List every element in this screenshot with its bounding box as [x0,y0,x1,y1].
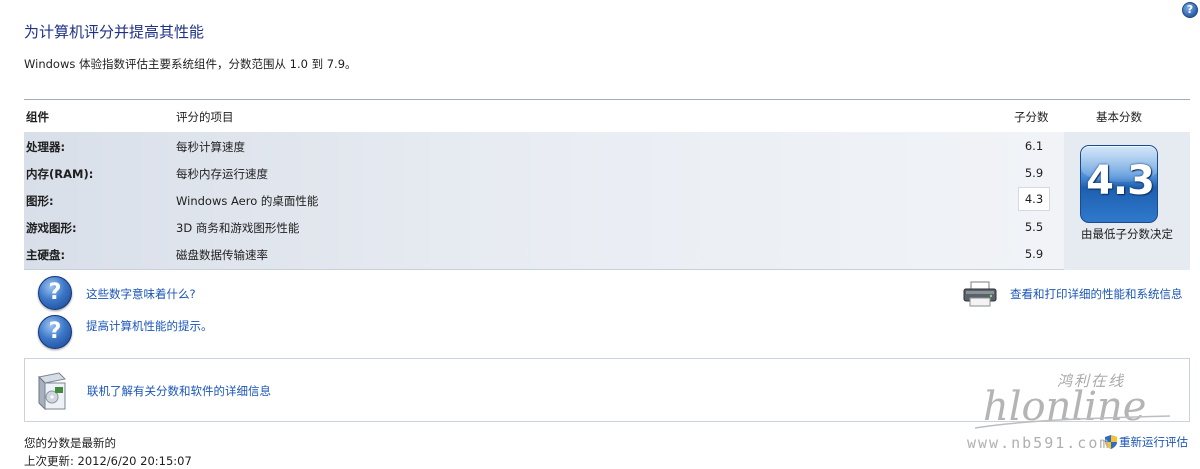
score-table: 组件 评分的项目 子分数 基本分数 处理器: 每秒计算速度 6.1 内存(RAM… [24,99,1190,270]
row-desc-gaming-graphics: 3D 商务和游戏图形性能 [176,221,300,235]
printer-icon [963,281,997,307]
row-desc-hard-disk: 磁盘数据传输速率 [176,248,268,262]
row-score-gaming-graphics: 5.5 [1024,220,1044,234]
row-label-memory: 内存(RAM): [26,167,94,181]
watermark-brand: hlonline [983,384,1146,430]
base-score-value: 4.3 [1086,158,1155,204]
row-desc-graphics: Windows Aero 的桌面性能 [176,194,319,208]
row-score-memory: 5.9 [1024,166,1044,180]
header-base-score: 基本分数 [1096,110,1142,124]
base-score-panel: 4.3 由最低子分数决定 [1064,132,1190,270]
watermark: 鸿利在线 hlonline www.nb591.com [967,372,1171,452]
software-box-icon [37,372,67,411]
header-rated-item: 评分的项目 [176,110,234,124]
watermark-url: www.nb591.com [967,434,1110,452]
help-icon[interactable]: ? [1182,2,1198,18]
online-info-link[interactable]: 联机了解有关分数和软件的详细信息 [87,383,271,399]
row-label-graphics: 图形: [26,194,54,208]
header-subscore: 子分数 [1014,110,1049,124]
header-component: 组件 [26,110,49,124]
row-desc-memory: 每秒内存运行速度 [176,167,268,181]
help-icon: ? [38,276,72,310]
row-label-processor: 处理器: [26,140,66,154]
row-score-processor: 6.1 [1024,139,1044,153]
row-label-gaming-graphics: 游戏图形: [26,221,77,235]
base-score-badge: 4.3 [1080,145,1158,223]
base-score-caption: 由最低子分数决定 [1081,227,1173,241]
help-icon: ? [38,315,72,349]
page-subtitle: Windows 体验指数评估主要系统组件，分数范围从 1.0 到 7.9。 [24,57,357,71]
row-score-graphics: 4.3 [1018,187,1050,211]
performance-tips-link[interactable]: 提高计算机性能的提示。 [86,318,213,334]
row-label-hard-disk: 主硬盘: [26,248,66,262]
last-update: 上次更新: 2012/6/20 20:15:07 [24,454,192,468]
page-title: 为计算机评分并提高其性能 [24,23,205,41]
row-desc-processor: 每秒计算速度 [176,140,245,154]
table-divider [24,99,1190,100]
view-print-details-link[interactable]: 查看和打印详细的性能和系统信息 [1010,286,1183,302]
row-score-hard-disk: 5.9 [1024,247,1044,261]
what-numbers-mean-link[interactable]: 这些数字意味着什么? [86,286,196,302]
score-status: 您的分数是最新的 [24,436,116,450]
